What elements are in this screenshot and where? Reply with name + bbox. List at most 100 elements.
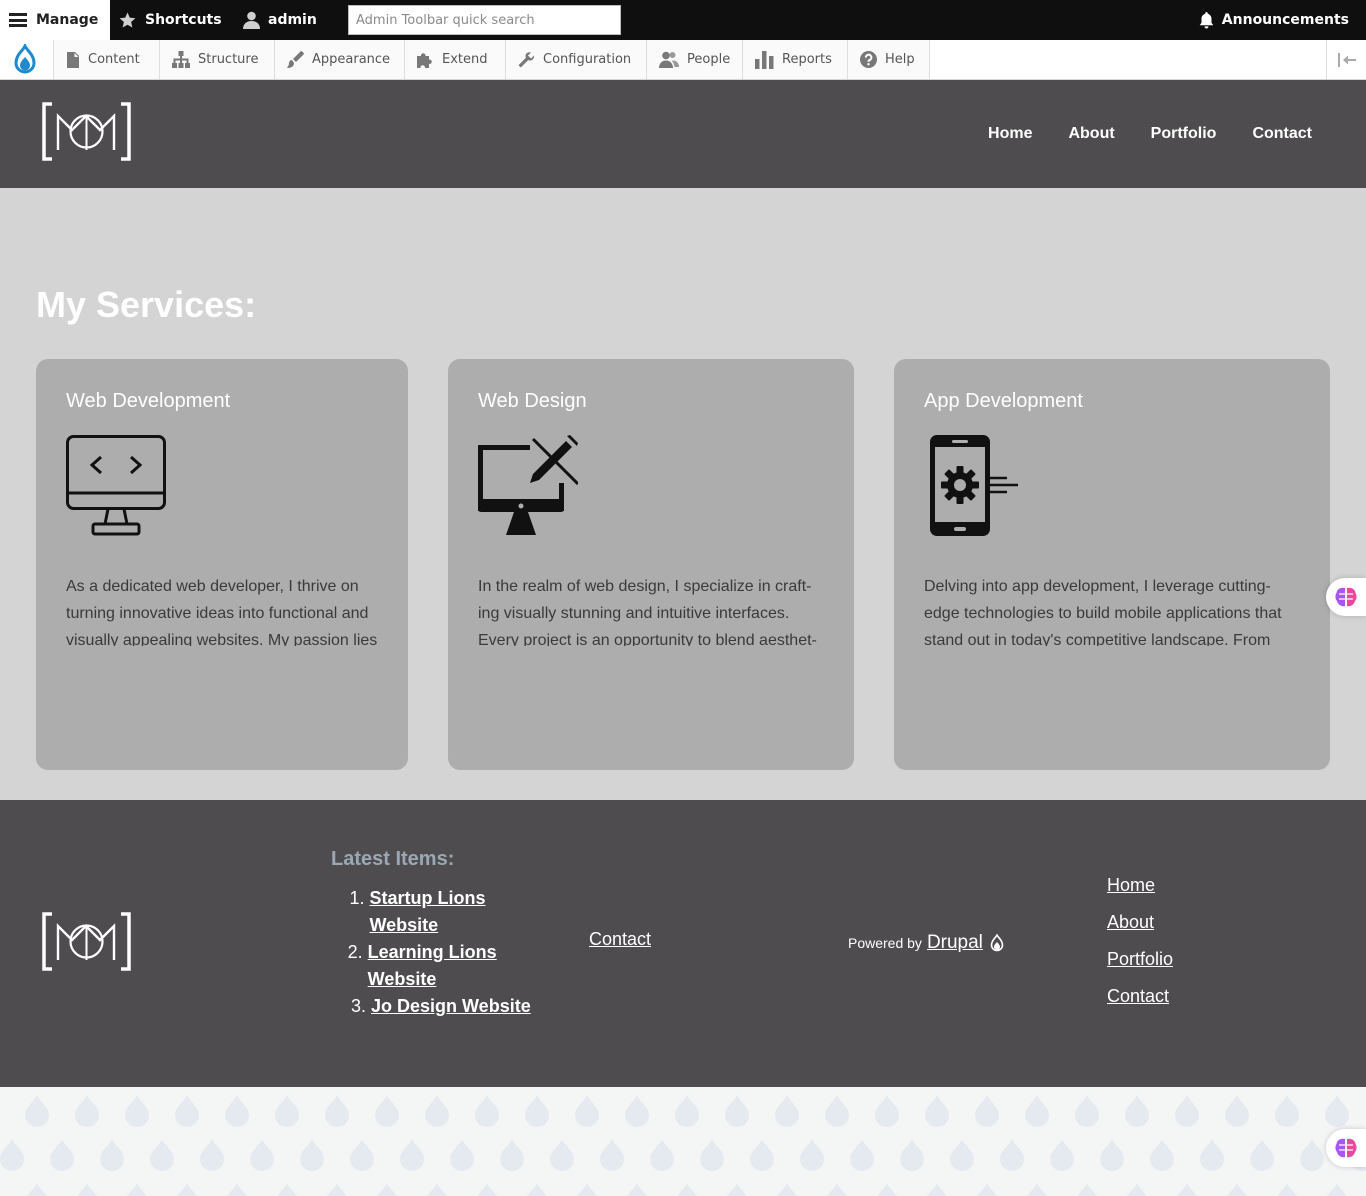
- file-icon: [67, 51, 79, 68]
- people-icon: [659, 51, 679, 68]
- drop-shape: [777, 1183, 797, 1196]
- drupal-home-link[interactable]: [0, 40, 50, 79]
- drop-shape: [375, 1095, 399, 1127]
- tray-item-label: Help: [885, 52, 915, 67]
- drop-shape: [1075, 1095, 1099, 1127]
- manage-tab[interactable]: Manage: [0, 0, 110, 40]
- announcements-tab[interactable]: Announcements: [1199, 0, 1349, 40]
- admin-toolbar: Manage Shortcuts admin Announcements: [0, 0, 1366, 40]
- nav-link-contact[interactable]: Contact: [1252, 125, 1312, 143]
- tray-item-content[interactable]: Content: [53, 40, 159, 79]
- services-section: My Services: Web Development As a dedica…: [0, 188, 1366, 800]
- drop-shape: [875, 1095, 899, 1127]
- tray-item-configuration[interactable]: Configuration: [505, 40, 646, 79]
- drupal-link[interactable]: Drupal: [927, 932, 983, 954]
- service-card-web-design: Web Design In the realm of web design, I…: [448, 359, 854, 770]
- footer-nav-about[interactable]: About: [1107, 911, 1173, 933]
- announcements-label: Announcements: [1221, 12, 1349, 28]
- tray-item-label: People: [687, 52, 731, 67]
- brain-icon: [1335, 1138, 1357, 1158]
- shortcuts-tab[interactable]: Shortcuts: [118, 0, 222, 40]
- shortcuts-label: Shortcuts: [145, 12, 222, 28]
- drop-shape: [175, 1095, 199, 1127]
- puzzle-icon: [417, 53, 432, 68]
- user-tab[interactable]: admin: [243, 0, 317, 40]
- tray-item-people[interactable]: People: [646, 40, 742, 79]
- list-item: 1. Startup Lions Website: [331, 885, 551, 939]
- drop-shape: [1025, 1095, 1049, 1127]
- drop-shape: [625, 1095, 649, 1127]
- tray-item-label: Configuration: [543, 52, 632, 67]
- drop-shape: [1250, 1139, 1274, 1171]
- tray-orientation-toggle[interactable]: [1326, 40, 1366, 79]
- drop-shape: [1227, 1183, 1247, 1196]
- help-icon: [860, 51, 877, 68]
- drop-shape: [377, 1183, 397, 1196]
- drop-pattern: [0, 1095, 1366, 1196]
- drop-shape: [325, 1095, 349, 1127]
- tray-item-label: Appearance: [312, 52, 391, 67]
- tray-item-structure[interactable]: Structure: [159, 40, 274, 79]
- drop-shape: [577, 1183, 597, 1196]
- footer-nav-portfolio[interactable]: Portfolio: [1107, 948, 1173, 970]
- drop-shape: [477, 1183, 497, 1196]
- drop-shape: [250, 1139, 274, 1171]
- latest-item-link[interactable]: Startup Lions Website: [369, 885, 551, 939]
- drop-shape: [1200, 1139, 1224, 1171]
- drop-shape: [77, 1183, 97, 1196]
- footer-logo[interactable]: [42, 912, 131, 971]
- monitor-code-icon: [66, 435, 166, 536]
- service-card-title: App Development: [924, 390, 1083, 412]
- admin-toolbar-tray: Content Structure Appearance Extend Conf…: [0, 40, 1366, 80]
- monitor-pencil-icon: [478, 435, 578, 535]
- tray-item-help[interactable]: Help: [847, 40, 929, 79]
- drop-shape: [327, 1183, 347, 1196]
- drupal-logo-icon: [14, 43, 36, 73]
- site-logo[interactable]: [42, 102, 131, 161]
- drop-shape: [950, 1139, 974, 1171]
- nav-link-home[interactable]: Home: [988, 125, 1032, 143]
- drop-shape: [750, 1139, 774, 1171]
- drop-shape: [125, 1095, 149, 1127]
- drop-shape: [850, 1139, 874, 1171]
- footer-nav-home[interactable]: Home: [1107, 874, 1173, 896]
- extension-floating-button[interactable]: [1326, 578, 1366, 616]
- latest-item-link[interactable]: Jo Design Website: [371, 993, 531, 1020]
- tray-item-appearance[interactable]: Appearance: [274, 40, 404, 79]
- tray-item-extend[interactable]: Extend: [404, 40, 505, 79]
- drop-shape: [150, 1139, 174, 1171]
- admin-toolbar-search-input[interactable]: [348, 5, 621, 35]
- drop-shape: [800, 1139, 824, 1171]
- drop-shape: [200, 1139, 224, 1171]
- drop-shape: [275, 1095, 299, 1127]
- latest-items-heading: Latest Items:: [331, 848, 455, 870]
- tray-item-reports[interactable]: Reports: [742, 40, 847, 79]
- user-label: admin: [268, 12, 317, 28]
- drop-shape: [0, 1139, 24, 1171]
- nav-link-about[interactable]: About: [1068, 125, 1114, 143]
- drop-shape: [677, 1183, 697, 1196]
- latest-item-link[interactable]: Learning Lions Website: [368, 939, 551, 993]
- brain-icon: [1335, 587, 1357, 607]
- footer-nav-contact[interactable]: Contact: [1107, 985, 1173, 1007]
- extension-floating-button[interactable]: [1326, 1129, 1366, 1167]
- latest-items-list: 1. Startup Lions Website 2. Learning Lions…: [331, 885, 551, 1020]
- drop-shape: [977, 1183, 997, 1196]
- drop-shape: [75, 1095, 99, 1127]
- list-item: 2. Learning Lions Website: [331, 939, 551, 993]
- drop-shape: [50, 1139, 74, 1171]
- nav-link-portfolio[interactable]: Portfolio: [1151, 125, 1217, 143]
- list-item: 3. Jo Design Website: [331, 993, 551, 1020]
- drop-shape: [227, 1183, 247, 1196]
- phone-gear-icon: [930, 435, 1018, 536]
- service-card-text: Delving into app development, I leverage…: [924, 578, 1282, 646]
- drop-shape: [975, 1095, 999, 1127]
- footer-navigation: Home About Portfolio Contact: [1107, 874, 1173, 1007]
- drop-shape: [300, 1139, 324, 1171]
- service-card-text: As a dedicated web developer, I thrive o…: [66, 578, 378, 646]
- bar-chart-icon: [755, 50, 774, 69]
- drop-shape: [627, 1183, 647, 1196]
- paintbrush-icon: [287, 51, 304, 68]
- footer-contact-link[interactable]: Contact: [589, 929, 651, 950]
- drop-shape: [1000, 1139, 1024, 1171]
